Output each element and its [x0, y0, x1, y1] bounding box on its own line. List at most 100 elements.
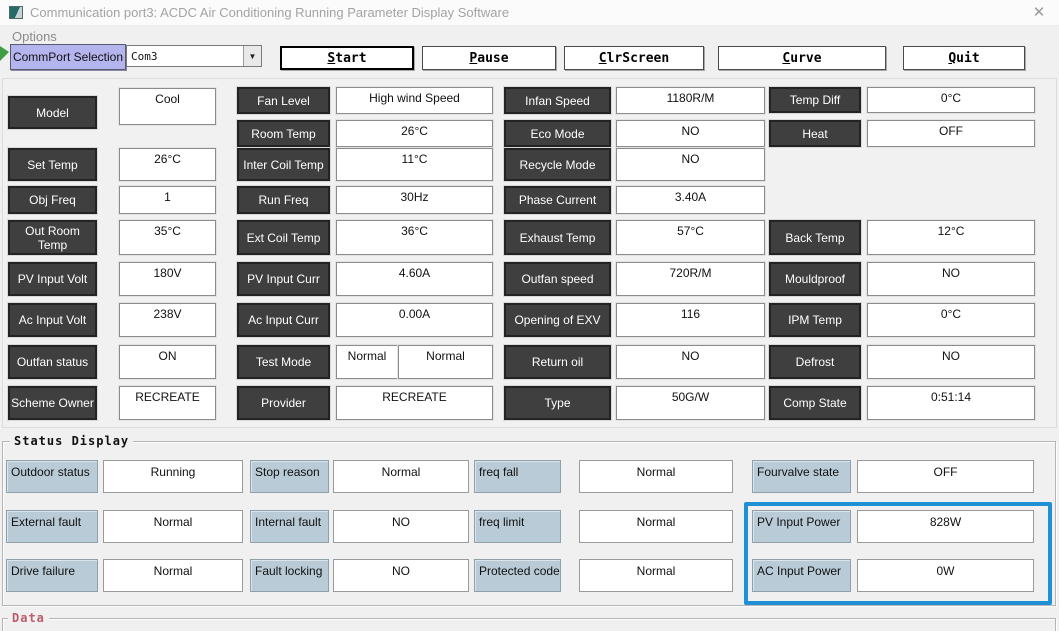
param-value-inter-coil-temp: 11°C — [336, 148, 493, 181]
chevron-down-icon[interactable]: ▼ — [243, 46, 261, 66]
menu-options[interactable]: Options — [8, 28, 61, 45]
start-accel: S — [327, 51, 335, 66]
param-label-exhaust-temp: Exhaust Temp — [504, 220, 611, 255]
param-label-inter-coil-temp: Inter Coil Temp — [237, 148, 330, 181]
param-value-comp-state: 0:51:14 — [867, 386, 1035, 420]
param-label-pv-input-curr: PV Input Curr — [237, 262, 330, 296]
param-label-out-room-temp: Out Room Temp — [8, 220, 97, 255]
status-value-stop-reason: Normal — [333, 460, 469, 493]
param-label-mouldproof: Mouldproof — [769, 262, 861, 296]
status-value-fault-locking: NO — [333, 559, 469, 592]
status-label-fourvalve-state: Fourvalve state — [752, 460, 851, 493]
param-label-defrost: Defrost — [769, 345, 861, 379]
curve-rest: urve — [790, 51, 821, 66]
close-icon[interactable]: ✕ — [1026, 3, 1052, 23]
pause-button[interactable]: Pause — [422, 46, 556, 70]
param-label-fan-level: Fan Level — [237, 87, 330, 114]
title-bar: Communication port3: ACDC Air Conditioni… — [0, 0, 1059, 26]
param-value-recycle-mode: NO — [616, 148, 765, 181]
start-rest: tart — [335, 51, 366, 66]
quit-button[interactable]: Quit — [903, 46, 1025, 70]
status-value-ac-input-power: 0W — [857, 559, 1034, 592]
status-label-external-fault: External fault — [6, 510, 98, 543]
status-value-internal-fault: NO — [333, 510, 469, 543]
param-label-ac-input-curr: Ac Input Curr — [237, 303, 330, 337]
quit-accel: Q — [948, 51, 956, 66]
status-value-freq-fall: Normal — [579, 460, 733, 493]
status-label-internal-fault: Internal fault — [250, 510, 329, 543]
param-value-run-freq: 30Hz — [336, 186, 493, 214]
status-value-freq-limit: Normal — [579, 510, 733, 543]
param-value-outfan-status: ON — [119, 345, 216, 379]
status-label-protected-code: Protected code — [474, 559, 561, 592]
param-value-test-mode-1: Normal — [336, 345, 398, 379]
status-label-drive-failure: Drive failure — [6, 559, 98, 592]
commport-selection-label: CommPort Selection — [10, 44, 126, 70]
param-value-opening-exv: 116 — [616, 303, 765, 337]
param-label-outfan-status: Outfan status — [8, 345, 97, 379]
status-value-external-fault: Normal — [103, 510, 243, 543]
app-icon — [9, 6, 23, 19]
param-label-phase-current: Phase Current — [504, 186, 611, 214]
param-value-set-temp: 26°C — [119, 148, 216, 181]
param-label-test-mode: Test Mode — [237, 345, 330, 379]
curve-button[interactable]: Curve — [718, 46, 886, 70]
clrscreen-rest: lrScreen — [607, 51, 670, 66]
param-value-ext-coil-temp: 36°C — [336, 220, 493, 255]
param-value-fan-level: High wind Speed — [336, 87, 493, 114]
param-label-heat: Heat — [769, 120, 861, 147]
param-label-ext-coil-temp: Ext Coil Temp — [237, 220, 330, 255]
status-value-fourvalve-state: OFF — [857, 460, 1034, 493]
commport-selected-value: Com3 — [127, 50, 243, 63]
param-label-temp-diff: Temp Diff — [769, 87, 861, 113]
param-label-ipm-temp: IPM Temp — [769, 303, 861, 337]
status-label-freq-limit: freq limit — [474, 510, 561, 543]
param-value-ac-input-curr: 0.00A — [336, 303, 493, 337]
pause-accel: P — [469, 51, 477, 66]
status-label-fault-locking: Fault locking — [250, 559, 329, 592]
param-label-outfan-speed: Outfan speed — [504, 262, 611, 296]
clrscreen-button[interactable]: ClrScreen — [564, 46, 704, 70]
param-value-provider: RECREATE — [336, 386, 493, 420]
clrscreen-accel: C — [599, 51, 607, 66]
param-value-room-temp: 26°C — [336, 120, 493, 147]
pause-rest: ause — [477, 51, 508, 66]
param-label-return-oil: Return oil — [504, 345, 611, 379]
param-value-ac-input-volt: 238V — [119, 303, 216, 337]
status-value-drive-failure: Normal — [103, 559, 243, 592]
param-label-model: Model — [8, 96, 97, 129]
param-value-back-temp: 12°C — [867, 220, 1035, 255]
window-title: Communication port3: ACDC Air Conditioni… — [30, 5, 509, 20]
param-label-set-temp: Set Temp — [8, 148, 97, 181]
curve-accel: C — [782, 51, 790, 66]
param-value-phase-current: 3.40A — [616, 186, 765, 214]
param-value-scheme-owner: RECREATE — [119, 386, 216, 420]
param-label-opening-exv: Opening of EXV — [504, 303, 611, 337]
param-label-provider: Provider — [237, 386, 330, 420]
param-label-recycle-mode: Recycle Mode — [504, 148, 611, 181]
param-label-room-temp: Room Temp — [237, 120, 330, 147]
start-button[interactable]: Start — [280, 46, 414, 70]
status-value-pv-input-power: 828W — [857, 510, 1034, 543]
param-value-temp-diff: 0°C — [867, 87, 1035, 113]
param-label-infan-speed: Infan Speed — [504, 87, 611, 114]
param-label-comp-state: Comp State — [769, 386, 861, 420]
param-value-exhaust-temp: 57°C — [616, 220, 765, 255]
param-value-heat: OFF — [867, 120, 1035, 147]
param-value-defrost: NO — [867, 345, 1035, 379]
status-label-ac-input-power: AC Input Power — [752, 559, 851, 592]
param-value-model: Cool — [119, 88, 216, 125]
param-label-ac-input-volt: Ac Input Volt — [8, 303, 97, 337]
status-value-outdoor-status: Running — [103, 460, 243, 493]
param-value-pv-input-curr: 4.60A — [336, 262, 493, 296]
status-value-protected-code: Normal — [579, 559, 733, 592]
param-label-scheme-owner: Scheme Owner — [8, 386, 97, 420]
param-label-pv-input-volt: PV Input Volt — [8, 262, 97, 296]
commport-combobox[interactable]: Com3 ▼ — [126, 45, 262, 67]
data-groupbox — [2, 618, 1056, 631]
param-value-outfan-speed: 720R/M — [616, 262, 765, 296]
status-label-pv-input-power: PV Input Power — [752, 510, 851, 543]
param-value-out-room-temp: 35°C — [119, 220, 216, 255]
param-value-ipm-temp: 0°C — [867, 303, 1035, 337]
param-value-eco-mode: NO — [616, 120, 765, 147]
